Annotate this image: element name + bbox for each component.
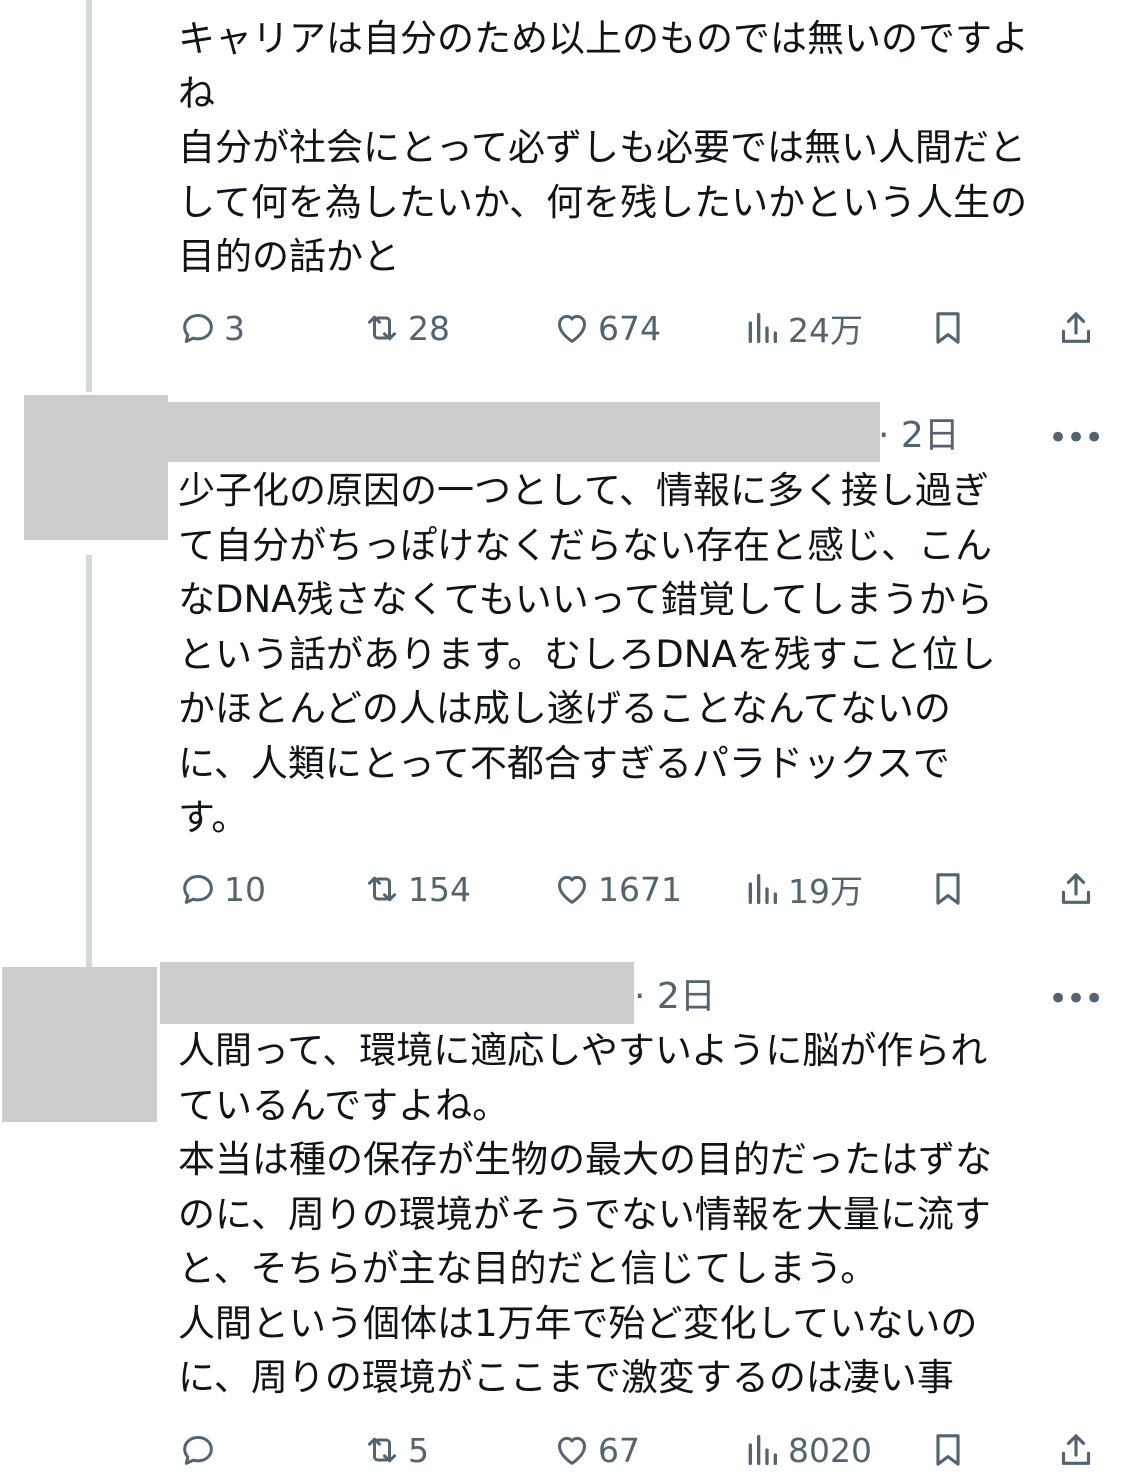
share-button[interactable] bbox=[1056, 298, 1096, 358]
reply-count: 3 bbox=[224, 308, 245, 348]
tweet-actions: 10 154 1671 19万 bbox=[0, 859, 1125, 919]
bookmark-icon bbox=[936, 1434, 960, 1466]
views-icon bbox=[748, 1435, 777, 1465]
bookmark-button[interactable] bbox=[928, 1420, 968, 1480]
reply-icon bbox=[183, 1436, 213, 1465]
view-count: 8020 bbox=[788, 1430, 872, 1470]
bookmark-button[interactable] bbox=[928, 298, 968, 358]
bookmark-button[interactable] bbox=[928, 859, 968, 919]
tweet-time[interactable]: · 2日 bbox=[634, 977, 716, 1017]
redacted-username[interactable] bbox=[168, 402, 880, 462]
like-count: 1671 bbox=[598, 869, 682, 909]
heart-icon bbox=[558, 314, 586, 343]
repost-button[interactable]: 5 bbox=[362, 1420, 429, 1480]
repost-count: 154 bbox=[408, 869, 471, 909]
view-count: 24万 bbox=[788, 311, 863, 350]
reply-count: 10 bbox=[224, 869, 266, 909]
views-button[interactable]: 24万 bbox=[742, 298, 863, 358]
more-icon: ••• bbox=[1048, 979, 1104, 1019]
tweet-actions: 3 28 674 24万 bbox=[0, 298, 1125, 358]
views-icon bbox=[748, 313, 777, 343]
repost-count: 28 bbox=[408, 308, 450, 348]
repost-count: 5 bbox=[408, 1430, 429, 1470]
views-icon bbox=[748, 874, 777, 904]
like-button[interactable]: 1671 bbox=[552, 859, 682, 919]
tweet-actions: 5 67 8020 bbox=[0, 1420, 1125, 1480]
repost-icon bbox=[368, 876, 396, 902]
share-icon bbox=[1061, 312, 1091, 343]
more-button[interactable]: ••• bbox=[1048, 421, 1104, 455]
like-button[interactable]: 674 bbox=[552, 298, 661, 358]
views-button[interactable]: 8020 bbox=[742, 1420, 872, 1480]
tweet-text: 少子化の原因の一つとして、情報に多く接し過ぎ て自分がちっぽけなくだらない存在と… bbox=[178, 469, 996, 839]
repost-icon bbox=[368, 315, 396, 341]
like-button[interactable]: 67 bbox=[552, 1420, 640, 1480]
share-icon bbox=[1061, 873, 1091, 904]
reply-button[interactable] bbox=[178, 1420, 224, 1480]
share-button[interactable] bbox=[1056, 1420, 1096, 1480]
reply-icon bbox=[183, 314, 213, 343]
redacted-username[interactable] bbox=[160, 962, 634, 1024]
reply-icon bbox=[183, 875, 213, 904]
repost-icon bbox=[368, 1437, 396, 1463]
like-count: 67 bbox=[598, 1430, 640, 1470]
tweet-time[interactable]: · 2日 bbox=[878, 416, 960, 456]
repost-button[interactable]: 154 bbox=[362, 859, 471, 919]
avatar[interactable] bbox=[24, 395, 168, 540]
repost-button[interactable]: 28 bbox=[362, 298, 450, 358]
tweet-text: キャリアは自分のため以上のものでは無いのですよ ね 自分が社会にとって必ずしも必… bbox=[178, 17, 1029, 278]
reply-button[interactable]: 3 bbox=[178, 298, 245, 358]
avatar[interactable] bbox=[2, 967, 157, 1122]
bookmark-icon bbox=[936, 873, 960, 905]
bookmark-icon bbox=[936, 312, 960, 344]
more-icon: ••• bbox=[1048, 418, 1104, 458]
heart-icon bbox=[558, 875, 586, 904]
like-count: 674 bbox=[598, 308, 661, 348]
reply-button[interactable]: 10 bbox=[178, 859, 266, 919]
heart-icon bbox=[558, 1436, 586, 1465]
share-icon bbox=[1061, 1434, 1091, 1465]
share-button[interactable] bbox=[1056, 859, 1096, 919]
tweet-text: 人間って、環境に適応しやすいように脳が作られ ているんですよね。 本当は種の保存… bbox=[178, 1029, 992, 1399]
view-count: 19万 bbox=[788, 872, 863, 911]
more-button[interactable]: ••• bbox=[1048, 982, 1104, 1016]
views-button[interactable]: 19万 bbox=[742, 859, 863, 919]
